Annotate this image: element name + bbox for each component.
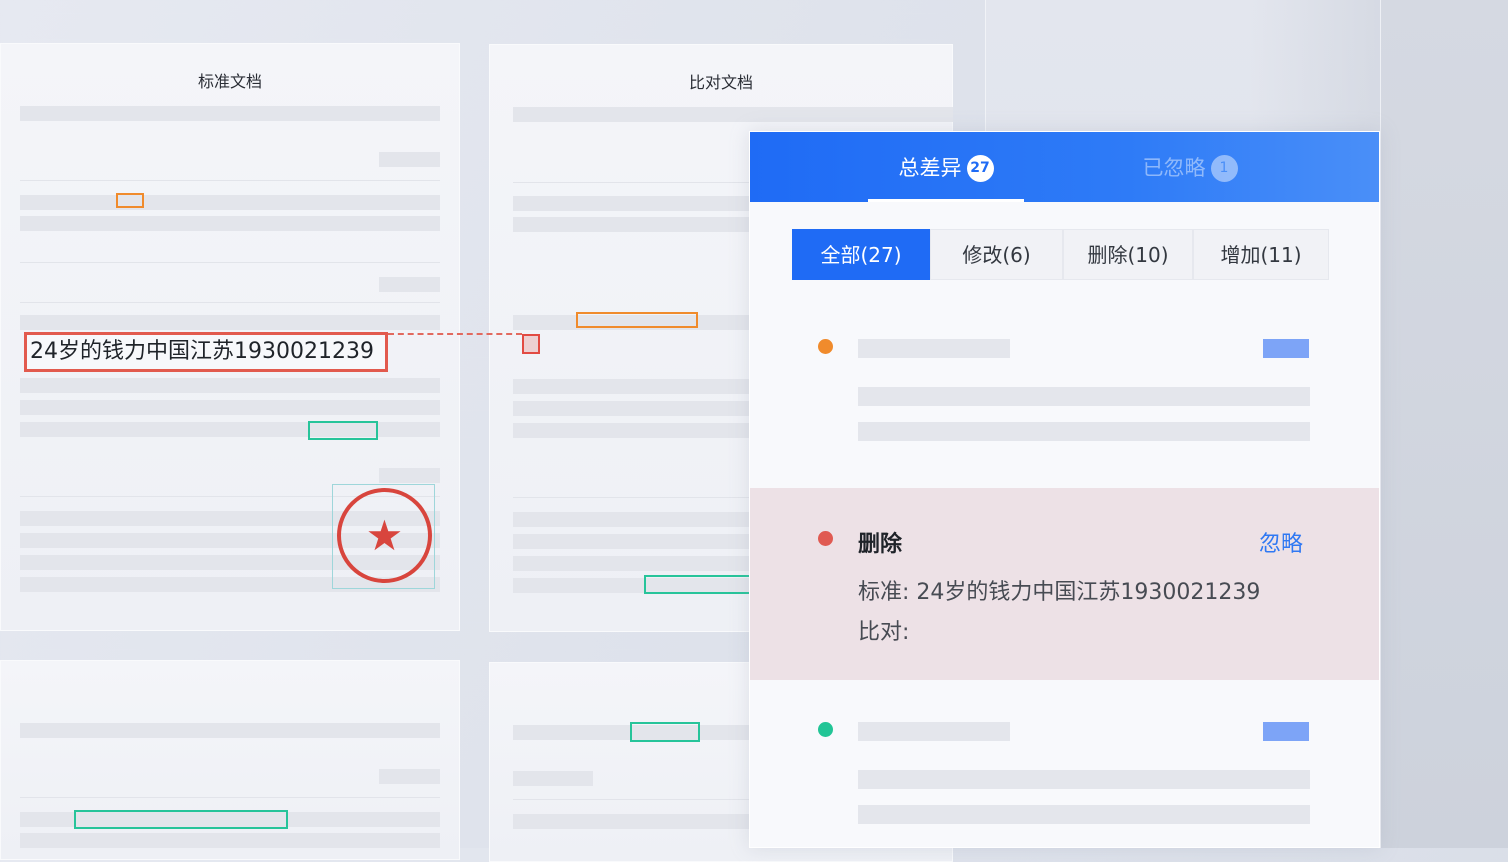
modify-dot [818, 339, 833, 354]
standard-value: 24岁的钱力中国江苏1930021239 [916, 580, 1261, 605]
divider [20, 797, 440, 798]
divider [20, 262, 440, 263]
background-panel [1380, 0, 1508, 848]
divider [20, 180, 440, 181]
text-line [379, 152, 440, 167]
delete-marker[interactable] [522, 334, 540, 354]
divider [20, 302, 440, 303]
item-line-placeholder [858, 770, 1310, 789]
text-line [20, 106, 440, 121]
modify-marker[interactable] [576, 312, 698, 328]
standard-document-title: 标准文档 [197, 72, 262, 91]
tab-total-differences[interactable]: 总差异 27 [868, 132, 1024, 202]
text-line [20, 216, 440, 231]
count-badge: 27 [966, 155, 994, 182]
item-action-placeholder[interactable] [1263, 339, 1309, 358]
difference-panel: 总差异 27 已忽略 1 全部(27) 修改(6) 删除(10) 增加(11) 删除… [749, 131, 1380, 848]
item-type-label: 删除 [858, 532, 903, 557]
standard-line: 标准: 24岁的钱力中国江苏1930021239 [858, 574, 1260, 606]
seal-star-icon: ★ [337, 488, 432, 583]
text-line [20, 378, 440, 393]
text-line [379, 769, 440, 784]
highlighted-deleted-text[interactable]: 24岁的钱力中国江苏1930021239 [24, 332, 388, 372]
standard-document-page-2 [0, 660, 460, 860]
compare-label: 比对: [858, 620, 910, 645]
add-marker[interactable] [644, 575, 754, 594]
item-action-placeholder[interactable] [1263, 722, 1309, 741]
text-line [20, 195, 440, 210]
item-line-placeholder [858, 387, 1310, 406]
delete-dot [818, 531, 833, 546]
ignore-button[interactable]: 忽略 [1259, 526, 1303, 558]
add-marker[interactable] [308, 421, 378, 440]
text-line [513, 107, 953, 122]
text-line [20, 315, 440, 330]
add-marker[interactable] [630, 722, 700, 742]
tab-ignored[interactable]: 已忽略 1 [1130, 132, 1250, 202]
filter-modify[interactable]: 修改(6) [930, 229, 1063, 280]
text-line [20, 833, 440, 848]
connector-line [388, 333, 522, 335]
compare-line: 比对: [858, 614, 909, 646]
star-icon: ★ [365, 511, 404, 560]
active-tab-indicator [868, 199, 1024, 202]
item-line-placeholder [858, 805, 1310, 824]
modify-marker[interactable] [116, 193, 144, 208]
text-line [20, 723, 440, 738]
add-marker[interactable] [74, 810, 288, 829]
tab-label: 已忽略 [1142, 156, 1206, 180]
tab-label: 总差异 [898, 156, 962, 180]
standard-label: 标准: [858, 580, 910, 605]
filter-add[interactable]: 增加(11) [1193, 229, 1329, 280]
item-line-placeholder [858, 422, 1310, 441]
text-line [379, 277, 440, 292]
filter-all[interactable]: 全部(27) [792, 229, 930, 280]
compare-document-title: 比对文档 [688, 73, 753, 92]
text-line [20, 400, 440, 415]
panel-tabs: 总差异 27 已忽略 1 [750, 132, 1379, 202]
text-line [513, 771, 593, 786]
filter-delete[interactable]: 删除(10) [1063, 229, 1193, 280]
count-badge: 1 [1210, 155, 1238, 182]
item-title-placeholder [858, 339, 1010, 358]
text-line [379, 468, 440, 483]
add-dot [818, 722, 833, 737]
item-title-placeholder [858, 722, 1010, 741]
